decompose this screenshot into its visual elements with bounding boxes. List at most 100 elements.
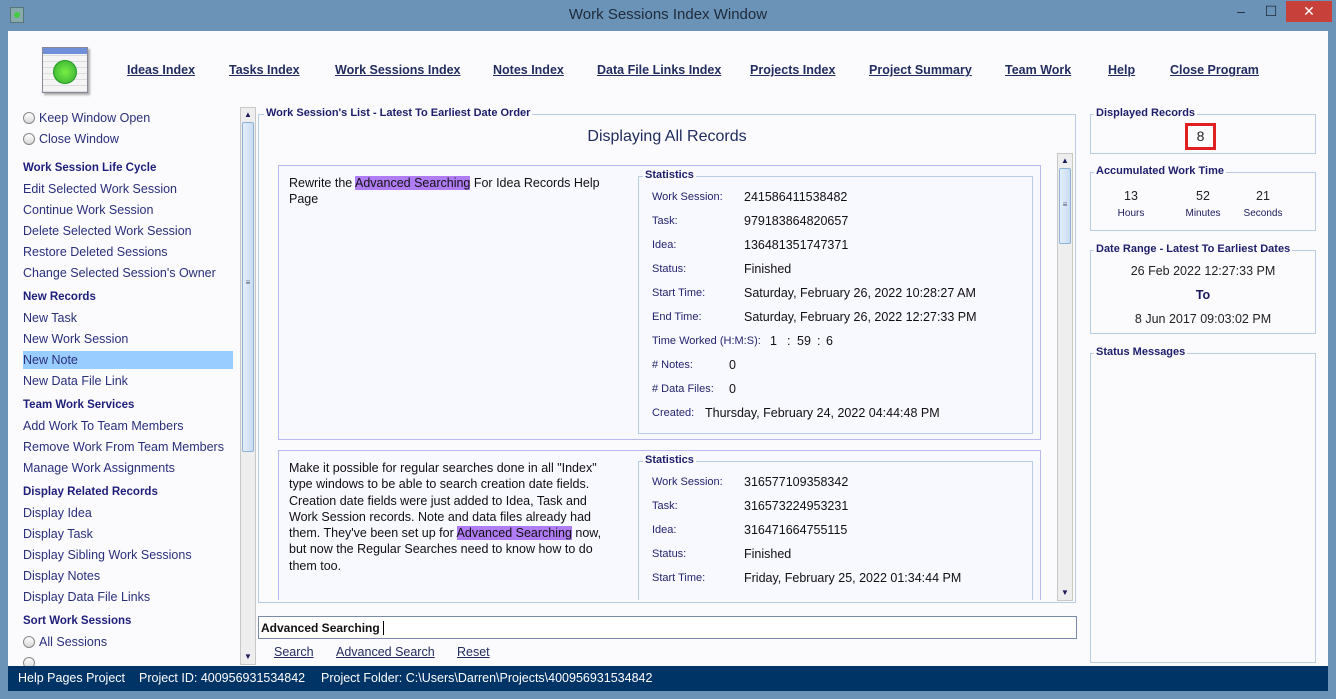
stat-label: Start Time: <box>652 287 706 299</box>
nav-ideas-index[interactable]: Ideas Index <box>127 63 195 77</box>
search-input-value: Advanced Searching <box>261 621 380 635</box>
action-display-task[interactable]: Display Task <box>23 525 233 543</box>
hours-value: 13 <box>1124 189 1138 203</box>
nav-close-program[interactable]: Close Program <box>1170 63 1259 77</box>
action-new-note[interactable]: New Note <box>23 351 233 369</box>
action-continue-work-session[interactable]: Continue Work Session <box>23 201 233 219</box>
worked-minutes: 59 <box>797 334 811 348</box>
nav-help[interactable]: Help <box>1108 63 1135 77</box>
minimize-button[interactable]: – <box>1227 1 1255 22</box>
scroll-up-arrow-icon[interactable]: ▲ <box>1058 154 1072 168</box>
scroll-thumb[interactable]: ≡ <box>242 122 254 452</box>
hours-label: Hours <box>1117 208 1145 219</box>
search-input[interactable]: Advanced Searching <box>258 616 1077 639</box>
nav-project-summary[interactable]: Project Summary <box>869 63 972 77</box>
calendar-clock-icon <box>42 47 88 93</box>
seconds-value: 21 <box>1256 189 1270 203</box>
stat-value-idea: 316471664755115 <box>744 523 848 537</box>
stat-value-ws: 241586411538482 <box>744 190 848 204</box>
action-new-data-file-link[interactable]: New Data File Link <box>23 372 233 390</box>
action-change-selected-session-s-owner[interactable]: Change Selected Session's Owner <box>23 264 233 282</box>
section-heading: Team Work Services <box>23 399 135 411</box>
stat-label: Task: <box>652 500 678 512</box>
action-restore-deleted-sessions[interactable]: Restore Deleted Sessions <box>23 243 233 261</box>
date-range-to: To <box>1195 288 1211 302</box>
action-manage-work-assignments[interactable]: Manage Work Assignments <box>23 459 233 477</box>
statistics-title: Statistics <box>643 169 696 181</box>
left-action-panel: Keep Window Open Close Window Work Session… <box>8 107 240 667</box>
stat-value-notes: 0 <box>729 358 736 372</box>
stat-value-task: 316573224953231 <box>744 499 849 513</box>
stat-value-files: 0 <box>729 382 736 396</box>
search-button[interactable]: Search <box>274 645 314 659</box>
work-session-record[interactable]: Make it possible for regular searches do… <box>278 450 1041 600</box>
scroll-up-arrow-icon[interactable]: ▲ <box>241 108 255 122</box>
stat-label: Idea: <box>652 524 677 536</box>
stat-label: Created: <box>652 407 695 419</box>
stat-value-start: Friday, February 25, 2022 01:34:44 PM <box>744 571 962 585</box>
action-display-sibling-work-sessions[interactable]: Display Sibling Work Sessions <box>23 546 233 564</box>
action-display-data-file-links[interactable]: Display Data File Links <box>23 588 233 606</box>
radio-keep-window-open[interactable]: Keep Window Open <box>23 111 150 125</box>
worked-seconds: 6 <box>826 334 833 348</box>
stat-value-ws: 316577109358342 <box>744 475 849 489</box>
nav-notes-index[interactable]: Notes Index <box>493 63 564 77</box>
action-display-idea[interactable]: Display Idea <box>23 504 233 522</box>
close-button[interactable]: ✕ <box>1286 1 1332 22</box>
status-messages-group <box>1090 353 1316 663</box>
status-bar: Help Pages Project Project ID: 400956931… <box>8 666 1328 691</box>
title-bar: Work Sessions Index Window – ☐ ✕ <box>0 0 1336 31</box>
advanced-search-button[interactable]: Advanced Search <box>336 645 435 659</box>
radio-label: Keep Window Open <box>39 111 151 125</box>
section-heading: Sort Work Sessions <box>23 615 132 627</box>
records-heading: Displaying All Records <box>587 128 747 145</box>
left-scrollbar[interactable]: ▲ ≡ ▼ <box>240 107 256 665</box>
reset-button[interactable]: Reset <box>457 645 490 659</box>
action-new-work-session[interactable]: New Work Session <box>23 330 233 348</box>
nav-team-work[interactable]: Team Work <box>1005 63 1071 77</box>
stat-label: Status: <box>652 548 687 560</box>
stat-label: # Notes: <box>652 359 693 371</box>
stat-label: Status: <box>652 263 687 275</box>
minutes-label: Minutes <box>1185 208 1221 219</box>
radio-icon[interactable] <box>23 133 35 145</box>
nav-tasks-index[interactable]: Tasks Index <box>229 63 300 77</box>
stat-label: # Data Files: <box>652 383 714 395</box>
stat-label: End Time: <box>652 311 702 323</box>
nav-work-sessions-index[interactable]: Work Sessions Index <box>335 63 461 77</box>
maximize-button[interactable]: ☐ <box>1257 1 1285 22</box>
records-list: Rewrite the Advanced Searching For Idea … <box>270 155 1056 600</box>
records-scrollbar[interactable]: ▲ ≡ ▼ <box>1057 153 1073 601</box>
action-edit-selected-work-session[interactable]: Edit Selected Work Session <box>23 180 233 198</box>
stat-label: Start Time: <box>652 572 706 584</box>
section-heading: New Records <box>23 291 96 303</box>
scroll-down-arrow-icon[interactable]: ▼ <box>241 650 255 664</box>
nav-data-file-links-index[interactable]: Data File Links Index <box>597 63 721 77</box>
window-client: Ideas Index Tasks Index Work Sessions Inde… <box>8 31 1328 691</box>
seconds-label: Seconds <box>1243 208 1283 219</box>
action-remove-work-from-team-members[interactable]: Remove Work From Team Members <box>23 438 233 456</box>
date-range-title: Date Range - Latest To Earliest Dates <box>1094 243 1293 255</box>
stat-label: Time Worked (H:M:S): <box>652 335 761 347</box>
work-session-record[interactable]: Rewrite the Advanced Searching For Idea … <box>278 165 1041 440</box>
stat-label: Task: <box>652 215 678 227</box>
earliest-date: 8 Jun 2017 09:03:02 PM <box>1134 312 1272 326</box>
radio-icon[interactable] <box>23 112 35 124</box>
action-new-task[interactable]: New Task <box>23 309 233 327</box>
nav-projects-index[interactable]: Projects Index <box>750 63 835 77</box>
search-highlight: Advanced Searching <box>456 526 572 541</box>
minutes-value: 52 <box>1196 189 1210 203</box>
radio-close-window[interactable]: Close Window <box>23 132 119 146</box>
action-add-work-to-team-members[interactable]: Add Work To Team Members <box>23 417 233 435</box>
displayed-records-title: Displayed Records <box>1094 107 1198 119</box>
action-delete-selected-work-session[interactable]: Delete Selected Work Session <box>23 222 233 240</box>
scroll-down-arrow-icon[interactable]: ▼ <box>1058 586 1072 600</box>
scroll-thumb[interactable]: ≡ <box>1059 168 1071 244</box>
radio-icon[interactable] <box>23 636 35 648</box>
radio-all-sessions[interactable]: All Sessions <box>23 635 107 649</box>
stat-label: Work Session: <box>652 191 723 203</box>
status-messages-title: Status Messages <box>1094 346 1188 358</box>
project-id: Project ID: 400956931534842 <box>139 671 306 685</box>
action-display-notes[interactable]: Display Notes <box>23 567 233 585</box>
search-highlight: Advanced Searching <box>355 176 471 190</box>
